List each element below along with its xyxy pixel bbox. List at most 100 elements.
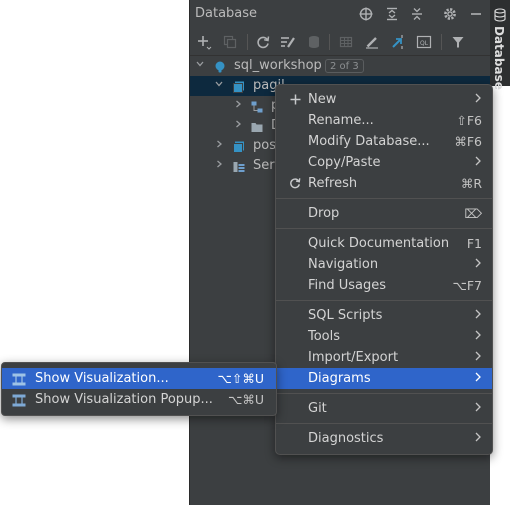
menu-item-label: Drop <box>308 206 340 221</box>
menu-item-label: Diagnostics <box>308 431 384 446</box>
server-objects-icon <box>233 160 245 172</box>
menu-separator <box>276 393 492 394</box>
collapse-all-icon[interactable] <box>408 5 426 23</box>
refresh-icon <box>288 173 302 196</box>
crosshair-icon[interactable] <box>357 5 375 23</box>
menu-item-label: Tools <box>308 329 341 344</box>
menu-separator <box>276 300 492 301</box>
database-icon <box>233 80 245 93</box>
tree-item-sql-workshop[interactable]: sql_workshop 2 of 3 <box>190 56 491 76</box>
expand-all-icon[interactable] <box>383 5 401 23</box>
tree-item-label: pos <box>253 138 276 153</box>
add-icon[interactable] <box>195 33 213 51</box>
chevron-right-icon <box>474 428 482 449</box>
tool-window-header: Database <box>190 0 491 28</box>
menu-item-label: Show Visualization... <box>35 371 169 386</box>
toolbar-separator <box>247 34 248 50</box>
chevron-right-icon <box>474 347 482 368</box>
menu-item-label: Import/Export <box>308 350 399 365</box>
filter-icon[interactable] <box>449 33 467 51</box>
edit-icon[interactable] <box>363 33 381 51</box>
tool-window-toolbar: QL <box>190 28 491 56</box>
chevron-right-icon <box>474 398 482 419</box>
chevron-right-icon <box>474 326 482 347</box>
folder-icon <box>251 120 263 132</box>
chevron-right-icon <box>474 254 482 275</box>
refresh-icon[interactable] <box>254 33 272 51</box>
table-icon[interactable] <box>337 33 355 51</box>
menu-item-shortcut: ⌥⇧⌘U <box>217 371 264 386</box>
chevron-down-icon[interactable] <box>194 56 206 76</box>
query-console-icon[interactable]: QL <box>415 33 433 51</box>
jump-to-icon[interactable] <box>389 33 407 51</box>
chevron-right-icon[interactable] <box>232 96 244 116</box>
chevron-right-icon[interactable] <box>213 156 225 176</box>
menu-item-label: Show Visualization Popup... <box>35 392 213 407</box>
context-menu: New Rename... ⇧F6 Modify Database... ⌘F6… <box>275 84 493 455</box>
toolbar-separator <box>329 34 330 50</box>
menu-item-label: Navigation <box>308 257 379 272</box>
menu-item-show-visualization[interactable]: Show Visualization... ⌥⇧⌘U <box>2 368 276 389</box>
menu-item-label: Copy/Paste <box>308 155 381 170</box>
menu-item-label: New <box>308 92 337 107</box>
diagrams-submenu: Show Visualization... ⌥⇧⌘U Show Visualiz… <box>1 362 277 416</box>
chevron-right-icon <box>474 368 482 389</box>
menu-item-label: Refresh <box>308 176 358 191</box>
menu-item-tools[interactable]: Tools <box>276 326 492 347</box>
menu-item-sql-scripts[interactable]: SQL Scripts <box>276 305 492 326</box>
menu-item-find-usages[interactable]: Find Usages ⌥F7 <box>276 275 492 296</box>
menu-item-diagnostics[interactable]: Diagnostics <box>276 428 492 449</box>
minimize-icon[interactable] <box>467 5 485 23</box>
menu-item-drop[interactable]: Drop ⌦ <box>276 203 492 224</box>
menu-item-shortcut: ⌘R <box>460 176 482 191</box>
chevron-right-icon[interactable] <box>213 136 225 156</box>
stripe-label: Database <box>492 26 506 90</box>
database-icon <box>233 140 245 153</box>
menu-item-label: Quick Documentation <box>308 236 450 251</box>
tree-item-label: sql_workshop <box>234 58 322 73</box>
duplicate-icon[interactable] <box>221 33 239 51</box>
menu-item-label: Rename... <box>308 113 374 128</box>
menu-item-shortcut: ⇧F6 <box>456 113 482 128</box>
database-stripe-tab[interactable]: Database <box>490 0 510 90</box>
svg-text:QL: QL <box>420 40 429 47</box>
chevron-down-icon[interactable] <box>213 76 225 96</box>
menu-item-new[interactable]: New <box>276 89 492 110</box>
properties-icon[interactable] <box>279 33 297 51</box>
menu-item-rename[interactable]: Rename... ⇧F6 <box>276 110 492 131</box>
menu-item-modify-database[interactable]: Modify Database... ⌘F6 <box>276 131 492 152</box>
menu-separator <box>276 198 492 199</box>
menu-item-git[interactable]: Git <box>276 398 492 419</box>
chevron-right-icon <box>474 152 482 173</box>
tool-window-title: Database <box>195 6 258 21</box>
menu-item-shortcut: ⌥⌘U <box>227 392 264 407</box>
chevron-right-icon <box>474 305 482 326</box>
menu-item-label: SQL Scripts <box>308 308 383 323</box>
menu-item-refresh[interactable]: Refresh ⌘R <box>276 173 492 194</box>
toolbar-separator <box>441 34 442 50</box>
menu-item-label: Modify Database... <box>308 134 430 149</box>
menu-item-copy-paste[interactable]: Copy/Paste <box>276 152 492 173</box>
chevron-right-icon <box>474 89 482 110</box>
menu-item-show-visualization-popup[interactable]: Show Visualization Popup... ⌥⌘U <box>2 389 276 410</box>
schema-count-badge: 2 of 3 <box>325 59 364 73</box>
data-source-icon[interactable] <box>305 33 323 51</box>
gear-icon[interactable] <box>441 5 459 23</box>
menu-item-shortcut: ⌥F7 <box>452 278 482 293</box>
menu-item-shortcut: ⌘F6 <box>454 134 482 149</box>
postgresql-icon <box>214 60 226 73</box>
menu-separator <box>276 228 492 229</box>
menu-item-shortcut: F1 <box>466 236 482 251</box>
menu-item-label: Git <box>308 401 327 416</box>
menu-item-label: Diagrams <box>308 371 371 386</box>
menu-separator <box>276 423 492 424</box>
database-icon <box>493 8 507 22</box>
menu-item-diagrams[interactable]: Diagrams <box>276 368 492 389</box>
diagram-icon <box>12 372 26 386</box>
menu-item-label: Find Usages <box>308 278 387 293</box>
chevron-right-icon[interactable] <box>232 116 244 136</box>
menu-item-navigation[interactable]: Navigation <box>276 254 492 275</box>
menu-item-import-export[interactable]: Import/Export <box>276 347 492 368</box>
menu-item-quick-documentation[interactable]: Quick Documentation F1 <box>276 233 492 254</box>
plus-icon <box>288 89 302 112</box>
